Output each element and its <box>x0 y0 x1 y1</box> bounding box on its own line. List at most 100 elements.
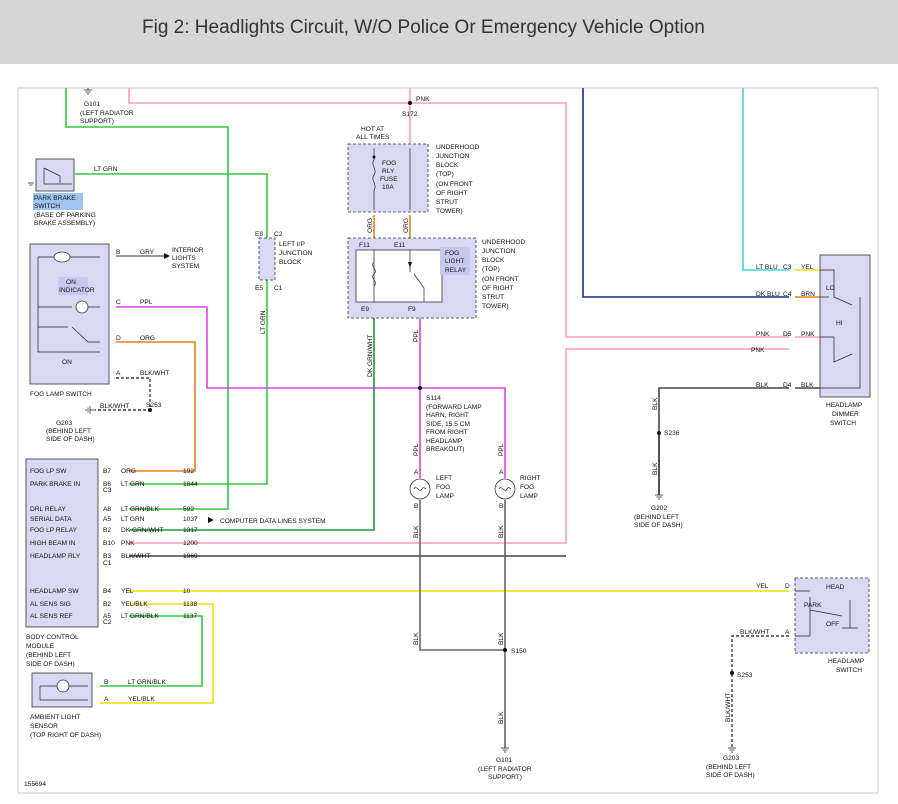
uh-top-l6: OF RIGHT <box>436 190 468 197</box>
bcm-row-circuit: 1317 <box>183 527 198 534</box>
relay-pin-e9: E9 <box>361 306 369 313</box>
ip-pin-e8: E8 <box>255 231 263 238</box>
relay-label1: FOG <box>445 250 459 257</box>
dimmer-lo: LO <box>826 285 835 292</box>
s172-label: S172 <box>402 111 418 118</box>
dimmer-wire-left: BLK <box>756 382 769 389</box>
s114-label: S114 <box>426 395 441 402</box>
bcm-row-label: PARK BRAKE IN <box>30 481 80 488</box>
g101-top-label: G101 <box>84 101 100 108</box>
wire-blk-fog <box>419 500 506 748</box>
headswitch-wire-a: BLK/WHT <box>740 629 769 636</box>
bcm-row-label: HIGH BEAM IN <box>30 540 76 547</box>
splice-s150-dot <box>503 648 507 652</box>
g202-desc2: SIDE OF DASH) <box>634 522 683 529</box>
wire-ppl-relay-label: PPL <box>413 329 420 342</box>
g101-bottom-desc1: (LEFT RADIATOR <box>478 766 532 773</box>
bcm-row-pin: B2 <box>103 527 111 534</box>
ip-label2: JUNCTION <box>279 250 313 257</box>
relay-pin-e11: E11 <box>394 242 406 249</box>
relay-pin-f11: F11 <box>359 242 370 249</box>
ip-pin-c2: C2 <box>274 231 283 238</box>
hot-label2: ALL TIMES <box>356 134 390 141</box>
fog-sw-pin-c: C <box>116 299 121 306</box>
relay-pin-f9: F9 <box>408 306 416 313</box>
uh-top-l5: (ON FRONT <box>436 181 473 188</box>
right-fog-wire-b: BLK <box>498 525 505 538</box>
fog-lamp-switch-label: FOG LAMP SWITCH <box>30 391 92 398</box>
title-bar: Fig 2: Headlights Circuit, W/O Police Or… <box>0 0 898 64</box>
ambient-pin-b: B <box>104 679 109 686</box>
bcm-row-label: AL SENS SIG <box>30 601 71 608</box>
fog-sw-wire-org: ORG <box>140 335 155 342</box>
bcm-row-pin: C3 <box>103 487 112 494</box>
dimmer-wire-right: PNK <box>801 331 815 338</box>
bcm-row-wire: LT GRN/BLK <box>121 613 159 620</box>
dimmer-wire-right: YEL <box>801 264 814 271</box>
g101-top-desc2: SUPPORT) <box>80 118 114 125</box>
s236-wire-up: BLK <box>652 397 659 410</box>
s114-l1: (FORWARD LAMP <box>426 404 482 411</box>
g202-label: G202 <box>651 505 667 512</box>
bcm-row-pin: B10 <box>103 540 115 547</box>
wire-org1-label: ORG <box>367 218 374 233</box>
ambient-l3: (TOP RIGHT OF DASH) <box>30 732 101 739</box>
bcm-row-circuit: 1969 <box>183 553 198 560</box>
dimmer-wire-right: BRN <box>801 291 815 298</box>
bcm-row-pin: A5 <box>103 516 111 523</box>
s253-left-wire: BLK/WHT <box>100 403 129 410</box>
headswitch-pin-a: A <box>785 629 790 636</box>
ip-pin-c1: C1 <box>274 285 283 292</box>
park-brake-switch <box>35 158 75 192</box>
g101-bottom-label: G101 <box>496 757 512 764</box>
park-brake-label1: PARK BRAKE <box>34 195 76 202</box>
bcm-row-wire: DK GRN/WHT <box>121 527 164 534</box>
on-indicator-label2: INDICATOR <box>59 287 95 294</box>
bcm-row-pin: C2 <box>103 619 112 626</box>
uh-top-l1: UNDERHOOD <box>436 144 479 151</box>
g203-right-desc1: (BEHIND LEFT <box>706 764 751 771</box>
bcm-row-circuit: 592 <box>183 506 194 513</box>
wire-blkwht-right <box>731 635 789 748</box>
uh-relay-l5: (ON FRONT <box>482 276 519 283</box>
park-brake-desc1: (BASE OF PARKING <box>34 212 96 219</box>
s150-label: S150 <box>511 648 527 655</box>
bcm-row-label: FOG LP RELAY <box>30 527 78 534</box>
computer-data-label: COMPUTER DATA LINES SYSTEM <box>220 518 326 525</box>
ambient-l1: AMBIENT LIGHT <box>30 714 80 721</box>
interior-l3: SYSTEM <box>172 263 199 270</box>
left-fog-lamp-icon <box>409 478 431 500</box>
fog-sw-pin-a: A <box>116 370 121 377</box>
dimmer-l3: SWITCH <box>830 420 856 427</box>
dimmer-wire-left: DK BLU <box>756 291 780 298</box>
park-brake-ground <box>28 182 34 186</box>
ground-g203-right-icon <box>728 747 736 753</box>
on-indicator-label1: ON <box>66 279 76 286</box>
ip-label3: BLOCK <box>279 259 302 266</box>
fuse-node <box>372 155 376 159</box>
dimmer-hi: HI <box>836 320 843 327</box>
s150-wire-d: BLK <box>498 711 505 724</box>
bcm-row-circuit: 1844 <box>183 481 198 488</box>
g203-right-label: G203 <box>723 755 739 762</box>
ambient-pin-a: A <box>104 696 109 703</box>
bcm-row-wire: YEL <box>121 588 134 595</box>
fuse-l3: FUSE <box>380 176 398 183</box>
g203-left-desc2: SIDE OF DASH) <box>46 436 95 443</box>
splice-s253-right-dot <box>730 671 734 675</box>
bcm-row-label: HEADLAMP RLY <box>30 553 81 560</box>
interior-arrow-icon <box>164 253 170 259</box>
bcm-row-circuit: 192 <box>183 468 194 475</box>
headswitch-off: OFF <box>826 621 839 628</box>
bcm-row-pin: B2 <box>103 601 111 608</box>
dimmer-pin: D5 <box>783 331 792 338</box>
uh-top-l4: (TOP) <box>436 171 454 178</box>
bcm-row-wire: LT GRN/BLK <box>121 506 159 513</box>
park-brake-label2: SWITCH <box>34 203 60 210</box>
left-fog-pin-b: B <box>414 503 419 510</box>
uh-top-l8: TOWER) <box>436 208 463 215</box>
uh-relay-l4: (TOP) <box>482 266 500 273</box>
dimmer-wire-right: BLK <box>801 382 814 389</box>
s114-l3: SIDE, 15.5 CM <box>426 421 470 428</box>
bcm-row-pin: B3 <box>103 553 111 560</box>
